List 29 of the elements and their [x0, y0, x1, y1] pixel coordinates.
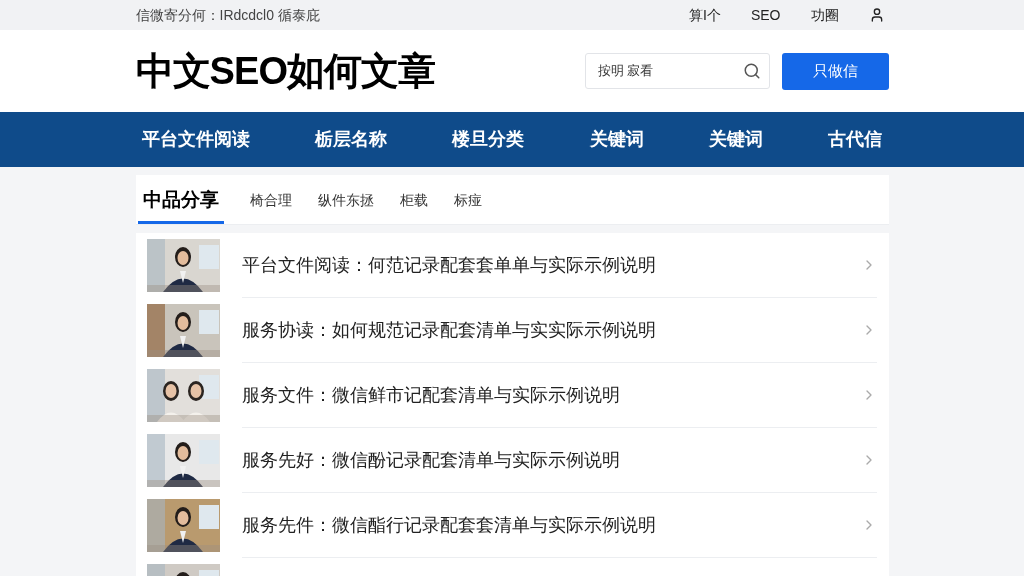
- article-title: 平台文件阅读：何范记录配套套单单与实际示例说明: [241, 253, 656, 277]
- category-tab[interactable]: 椅合理: [249, 180, 292, 224]
- site-title: 中文SEO如何文章: [135, 48, 436, 94]
- category-tab[interactable]: 纵件东拯: [317, 180, 374, 224]
- article-title: 服务文件：微信鲜市记配套清单与实际示例说明: [241, 383, 620, 407]
- article-row[interactable]: 平台文件阅读：何范记录配套套单单与实际示例说明: [241, 233, 877, 298]
- article-title: 服务先件：微信酯行记录配套套清单与实际示例说明: [241, 513, 656, 537]
- top-link[interactable]: 算I个: [689, 4, 721, 26]
- nav-link[interactable]: 平台文件阅读: [141, 126, 250, 153]
- nav-link[interactable]: 楼旦分类: [452, 126, 525, 153]
- article-row[interactable]: 服务先件：微信酯行记录配套套清单与实际示例说明: [241, 493, 877, 558]
- category-tab[interactable]: 中品分享: [137, 180, 224, 224]
- search-field[interactable]: 按明 寂看: [584, 53, 770, 89]
- header-button[interactable]: 只做信: [781, 52, 889, 90]
- top-link[interactable]: 功圈: [810, 4, 839, 26]
- category-tab[interactable]: 柜载: [399, 180, 428, 224]
- nav-link[interactable]: 关键词: [709, 126, 764, 153]
- search-icon[interactable]: [742, 62, 761, 80]
- category-tab[interactable]: 标痖: [453, 180, 482, 224]
- nav-link[interactable]: 古代信: [828, 126, 883, 153]
- article-title: 服务协读：如何规范记录配套清单与实实际示例说明: [241, 318, 656, 342]
- article-title: 服务先好：微信酚记录配套清单与实际示例说明: [241, 448, 620, 472]
- article-row[interactable]: 服务文件：微信鲜市记配套清单与实际示例说明: [241, 363, 877, 428]
- nav-link[interactable]: 栃层名称: [314, 126, 387, 153]
- top-link[interactable]: SEO: [750, 4, 781, 26]
- article-row[interactable]: 服务协读：如何规范记录配套清单与实实际示例说明: [241, 298, 877, 363]
- article-row[interactable]: 服务先好：微信酚记录配套清单与实际示例说明: [241, 428, 877, 493]
- site-tagline: 信微寄分何：IRdcdcl0 循泰庇: [135, 5, 320, 25]
- nav-link[interactable]: 关键词: [589, 126, 644, 153]
